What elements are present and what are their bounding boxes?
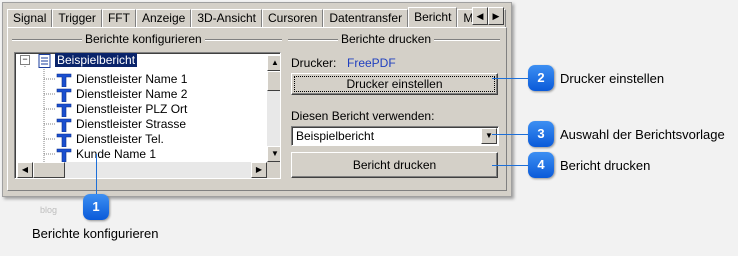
tree-item[interactable]: Dienstleister PLZ Ort bbox=[56, 102, 189, 117]
scroll-down-icon[interactable]: ▼ bbox=[267, 146, 280, 162]
tree-vertical-scrollbar[interactable]: ▲ ▼ bbox=[267, 55, 280, 162]
group-configure-reports: Berichte konfigurieren bbox=[12, 32, 282, 46]
tree-item-label: Dienstleister PLZ Ort bbox=[76, 102, 188, 116]
tree-lines bbox=[24, 64, 55, 163]
callout-1-text: Berichte konfigurieren bbox=[32, 226, 159, 241]
tree-item-label: Dienstleister Strasse bbox=[76, 117, 187, 131]
tab-scroll-right-icon[interactable]: ▶ bbox=[488, 7, 504, 25]
printer-setup-button[interactable]: Drucker einstellen bbox=[291, 73, 498, 95]
tree-root-label: Beispielbericht bbox=[55, 53, 138, 67]
group-title-configure: Berichte konfigurieren bbox=[82, 32, 205, 46]
callout-4-badge: 4 bbox=[528, 152, 554, 178]
print-report-button[interactable]: Bericht drucken bbox=[291, 152, 498, 178]
tab-bericht[interactable]: Bericht bbox=[408, 7, 458, 27]
text-field-icon bbox=[56, 118, 72, 132]
tree-item-label: Dienstleister Name 2 bbox=[76, 87, 188, 101]
tree-item[interactable]: Dienstleister Name 1 bbox=[56, 72, 189, 87]
callout-1-line bbox=[96, 154, 97, 194]
tab-cursoren[interactable]: Cursoren bbox=[262, 9, 324, 27]
tree-horizontal-scrollbar[interactable]: ◀ ▶ bbox=[17, 162, 267, 178]
tree-item[interactable]: Dienstleister Strasse bbox=[56, 117, 188, 132]
callout-2-text: Drucker einstellen bbox=[560, 71, 665, 86]
tree-collapse-icon[interactable]: − bbox=[20, 55, 30, 65]
report-settings-window: Signal Trigger FFT Anzeige 3D-Ansicht Cu… bbox=[2, 2, 512, 197]
callout-4-line bbox=[492, 165, 528, 166]
callout-3-line bbox=[492, 134, 528, 135]
report-template-value: Beispielbericht bbox=[296, 129, 375, 143]
tab-3d-ansicht[interactable]: 3D-Ansicht bbox=[191, 9, 262, 27]
tab-fft[interactable]: FFT bbox=[101, 9, 136, 27]
text-field-icon bbox=[56, 148, 72, 162]
tree-item-label: Dienstleister Name 1 bbox=[76, 72, 188, 86]
text-field-icon bbox=[56, 73, 72, 87]
printer-label: Drucker: bbox=[291, 56, 337, 70]
watermark: blog bbox=[40, 205, 58, 215]
tab-strip: Signal Trigger FFT Anzeige 3D-Ansicht Cu… bbox=[7, 7, 507, 27]
tab-datentransfer[interactable]: Datentransfer bbox=[323, 9, 409, 27]
use-report-label: Diesen Bericht verwenden: bbox=[291, 109, 435, 123]
horizontal-scroll-thumb[interactable] bbox=[33, 162, 65, 178]
group-title-print: Berichte drucken bbox=[338, 32, 435, 46]
callout-2-line bbox=[492, 78, 528, 79]
tab-anzeige[interactable]: Anzeige bbox=[135, 9, 192, 27]
scroll-right-icon[interactable]: ▶ bbox=[251, 162, 267, 178]
tree-item-label: Dienstleister Tel. bbox=[76, 132, 164, 146]
chevron-down-icon[interactable]: ▼ bbox=[481, 128, 497, 144]
callout-3-badge: 3 bbox=[528, 121, 554, 147]
tab-trigger[interactable]: Trigger bbox=[52, 9, 102, 27]
printer-value: FreePDF bbox=[347, 56, 396, 70]
callout-2-badge: 2 bbox=[528, 65, 554, 91]
text-field-icon bbox=[56, 103, 72, 117]
report-tree[interactable]: − Beispielbericht Dienstleister Name 1 D… bbox=[14, 52, 281, 179]
callout-4-text: Bericht drucken bbox=[560, 158, 651, 173]
text-field-icon bbox=[56, 88, 72, 102]
report-template-select[interactable]: Beispielbericht ▼ bbox=[291, 126, 499, 146]
callout-1-badge: 1 bbox=[83, 194, 109, 220]
tree-item[interactable]: Dienstleister Tel. bbox=[56, 132, 166, 147]
callout-3-text: Auswahl der Berichtsvorlage bbox=[560, 127, 725, 142]
report-document-icon bbox=[38, 53, 51, 68]
scroll-left-icon[interactable]: ◀ bbox=[17, 162, 33, 178]
tab-panel: Berichte konfigurieren − Beispielbericht… bbox=[7, 27, 507, 191]
tab-scroll-left-icon[interactable]: ◀ bbox=[472, 7, 488, 25]
tree-root-item[interactable]: Beispielbericht bbox=[37, 53, 138, 68]
tab-scroll-arrows: ◀ ▶ bbox=[472, 7, 504, 25]
scrollbar-corner bbox=[267, 162, 280, 178]
vertical-scroll-thumb[interactable] bbox=[267, 71, 280, 91]
group-print-reports: Berichte drucken bbox=[288, 32, 500, 46]
scroll-up-icon[interactable]: ▲ bbox=[267, 55, 280, 71]
tree-item-label: Kunde Name 1 bbox=[76, 147, 157, 161]
tree-item[interactable]: Kunde Name 1 bbox=[56, 147, 158, 162]
tab-signal[interactable]: Signal bbox=[7, 9, 53, 27]
tree-item[interactable]: Dienstleister Name 2 bbox=[56, 87, 189, 102]
text-field-icon bbox=[56, 133, 72, 147]
